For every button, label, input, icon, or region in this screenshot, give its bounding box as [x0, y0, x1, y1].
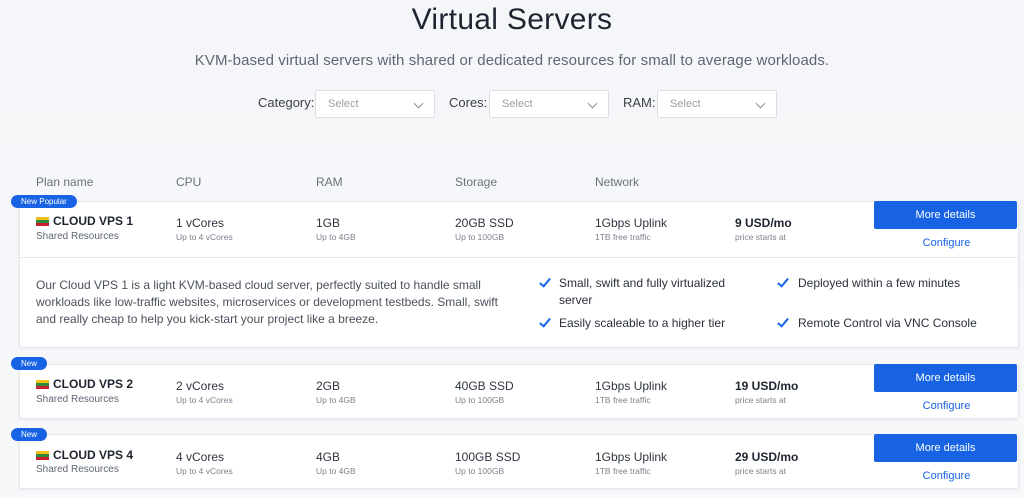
- column-header-cpu: CPU: [176, 175, 202, 189]
- plan-resource-type: Shared Resources: [36, 394, 119, 405]
- plan-price: 19 USD/mo: [735, 379, 799, 393]
- plan-ram-max: Up to 4GB: [316, 466, 356, 476]
- plan-badge: New: [11, 428, 48, 441]
- column-header-ram: RAM: [316, 175, 343, 189]
- ram-select[interactable]: Select: [657, 90, 777, 118]
- feature-item: Easily scaleable to a higher tier: [559, 316, 726, 330]
- category-select-placeholder: Select: [328, 98, 359, 110]
- plan-network: 1Gbps Uplink: [595, 379, 668, 393]
- more-details-button[interactable]: More details: [874, 364, 1017, 392]
- column-header-storage: Storage: [455, 175, 498, 189]
- plan-badge: New: [11, 357, 48, 370]
- cores-select-placeholder: Select: [502, 98, 533, 110]
- filter-cores-label: Cores:: [449, 95, 488, 110]
- plan-price: 29 USD/mo: [735, 450, 799, 464]
- plan-storage-max: Up to 100GB: [455, 395, 505, 405]
- plan-description: Our Cloud VPS 1 is a light KVM-based clo…: [36, 278, 498, 326]
- plan-cpu-max: Up to 4 vCores: [176, 395, 233, 405]
- plan-network: 1Gbps Uplink: [595, 216, 668, 230]
- plan-ram: 2GB: [316, 379, 341, 393]
- plan-storage: 100GB SSD: [455, 450, 521, 464]
- category-select[interactable]: Select: [315, 90, 435, 118]
- plan-ram-max: Up to 4GB: [316, 232, 356, 242]
- plan-ram: 1GB: [316, 216, 341, 230]
- page-subtitle: KVM-based virtual servers with shared or…: [194, 52, 830, 69]
- plan-card-vps-2: [19, 364, 1019, 419]
- plan-price: 9 USD/mo: [735, 216, 792, 230]
- feature-item: Remote Control via VNC Console: [798, 316, 977, 330]
- feature-item: Deployed within a few minutes: [798, 276, 961, 290]
- flag-icon: [36, 217, 49, 226]
- more-details-button[interactable]: More details: [874, 434, 1017, 462]
- column-header-plan-name: Plan name: [36, 175, 94, 189]
- plan-name: CLOUD VPS 4: [53, 448, 134, 462]
- column-header-network: Network: [595, 175, 640, 189]
- plan-cpu-max: Up to 4 vCores: [176, 232, 233, 242]
- filter-category-label: Category:: [258, 95, 315, 110]
- configure-link[interactable]: Configure: [874, 400, 1019, 412]
- filter-ram-label: RAM:: [623, 95, 656, 110]
- ram-select-placeholder: Select: [670, 98, 701, 110]
- feature-item: Small, swift and fully virtualized serve…: [559, 276, 726, 307]
- plan-resource-type: Shared Resources: [36, 464, 119, 475]
- filter-bar: Category: Select Cores: Select RAM: Sele…: [0, 90, 1024, 118]
- plan-network: 1Gbps Uplink: [595, 450, 668, 464]
- plan-ram-max: Up to 4GB: [316, 395, 356, 405]
- plan-cpu: 2 vCores: [176, 379, 225, 393]
- chevron-down-icon: [413, 98, 424, 109]
- plan-price-note: price starts at: [735, 466, 787, 476]
- plan-resource-type: Shared Resources: [36, 231, 119, 242]
- plan-name: CLOUD VPS 1: [53, 214, 134, 228]
- card-divider: [19, 257, 1019, 258]
- plan-ram: 4GB: [316, 450, 341, 464]
- plan-network-traffic: 1TB free traffic: [595, 232, 651, 242]
- plan-cpu-max: Up to 4 vCores: [176, 466, 233, 476]
- flag-icon: [36, 451, 49, 460]
- page-title: Virtual Servers: [411, 3, 613, 36]
- plan-cpu: 1 vCores: [176, 216, 225, 230]
- plan-storage: 20GB SSD: [455, 216, 514, 230]
- more-details-button[interactable]: More details: [874, 201, 1017, 229]
- plan-storage: 40GB SSD: [455, 379, 514, 393]
- plan-price-note: price starts at: [735, 232, 787, 242]
- plan-cpu: 4 vCores: [176, 450, 225, 464]
- plan-badge: New Popular: [11, 195, 77, 208]
- plan-storage-max: Up to 100GB: [455, 232, 505, 242]
- plan-price-note: price starts at: [735, 395, 787, 405]
- plan-network-traffic: 1TB free traffic: [595, 395, 651, 405]
- plan-storage-max: Up to 100GB: [455, 466, 505, 476]
- configure-link[interactable]: Configure: [874, 237, 1019, 249]
- plan-network-traffic: 1TB free traffic: [595, 466, 651, 476]
- chevron-down-icon: [587, 98, 598, 109]
- chevron-down-icon: [755, 98, 766, 109]
- plan-name: CLOUD VPS 2: [53, 377, 134, 391]
- flag-icon: [36, 380, 49, 389]
- cores-select[interactable]: Select: [489, 90, 609, 118]
- configure-link[interactable]: Configure: [874, 470, 1019, 482]
